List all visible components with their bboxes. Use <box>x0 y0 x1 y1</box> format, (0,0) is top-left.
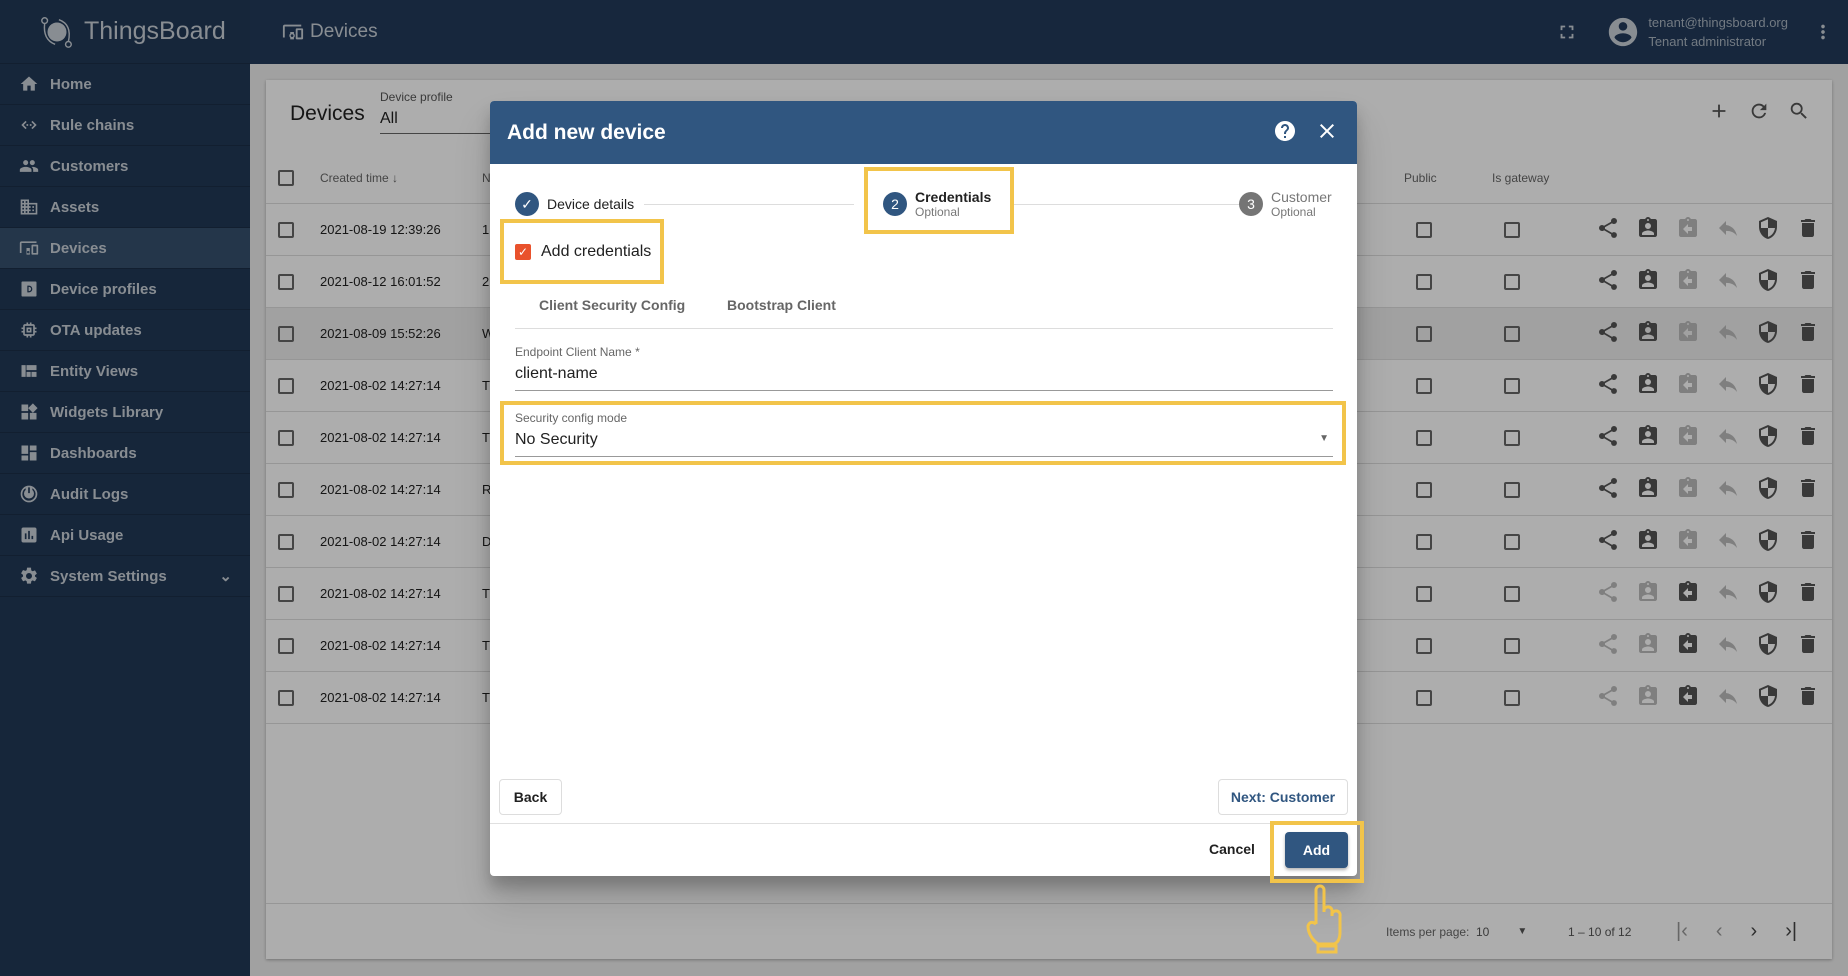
step-customer[interactable]: 3 Customer Optional <box>1239 189 1332 219</box>
security-config-mode-value: No Security <box>515 431 598 448</box>
step-number: 3 <box>1239 192 1263 216</box>
tab-bootstrap-client[interactable]: Bootstrap Client <box>727 297 836 313</box>
add-credentials-checkbox[interactable]: ✓ Add credentials <box>515 243 651 261</box>
next-customer-button[interactable]: Next: Customer <box>1218 779 1348 815</box>
select-underline <box>515 456 1333 457</box>
step-label: Customer <box>1271 189 1332 205</box>
security-config-mode-select[interactable]: No Security ▼ <box>515 431 1333 449</box>
dialog-header: Add new device <box>490 101 1357 164</box>
step-connector <box>1010 204 1240 205</box>
endpoint-client-name-label: Endpoint Client Name * <box>515 345 640 359</box>
tab-client-security-config[interactable]: Client Security Config <box>539 297 685 313</box>
step-device-details[interactable]: ✓ Device details <box>515 192 634 216</box>
security-config-mode-label: Security config mode <box>515 411 628 425</box>
cancel-button[interactable]: Cancel <box>1209 841 1255 857</box>
actions-divider <box>490 823 1357 824</box>
check-icon: ✓ <box>515 192 539 216</box>
input-underline <box>515 390 1333 391</box>
help-icon[interactable] <box>1273 119 1297 143</box>
tabs-divider <box>515 328 1333 329</box>
dropdown-arrow-icon: ▼ <box>1319 433 1329 444</box>
pointer-hand-icon <box>1306 884 1342 954</box>
highlight-box <box>1270 821 1364 883</box>
dialog-title: Add new device <box>507 120 666 144</box>
add-credentials-label: Add credentials <box>541 243 652 260</box>
checkbox-checked-icon: ✓ <box>515 244 531 260</box>
endpoint-client-name-input[interactable]: client-name <box>515 365 598 383</box>
add-device-dialog: Add new device ✓ Device details 2 Creden… <box>490 101 1357 876</box>
highlight-box <box>864 167 1014 234</box>
step-connector <box>644 204 854 205</box>
back-button[interactable]: Back <box>499 779 562 815</box>
step-label: Device details <box>547 196 635 212</box>
step-sublabel: Optional <box>1271 205 1316 219</box>
close-icon[interactable] <box>1315 119 1339 143</box>
